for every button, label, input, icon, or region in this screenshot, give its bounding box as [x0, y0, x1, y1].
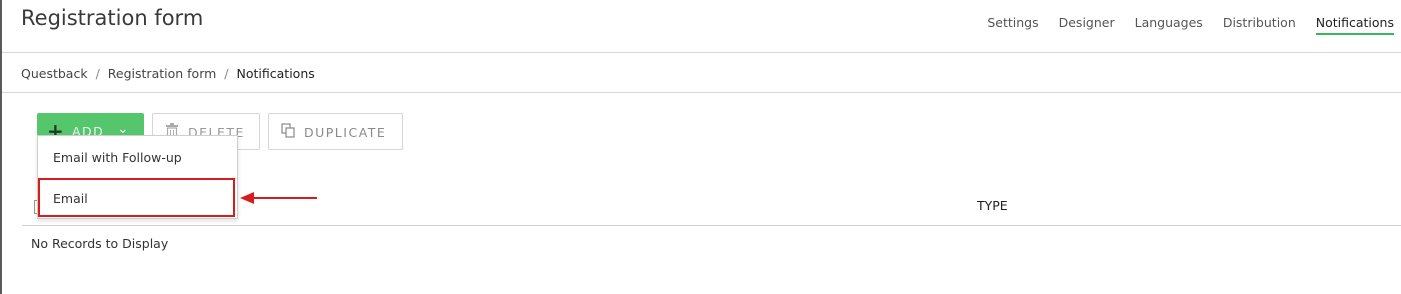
window-left-border [0, 0, 2, 294]
annotation-highlight-box [38, 178, 235, 217]
breadcrumb-questback[interactable]: Questback [21, 66, 88, 81]
empty-state-message: No Records to Display [31, 236, 169, 251]
table-header-divider [22, 225, 1401, 226]
tab-designer[interactable]: Designer [1059, 15, 1115, 35]
top-nav: Settings Designer Languages Distribution… [987, 15, 1394, 35]
tab-languages[interactable]: Languages [1135, 15, 1203, 35]
page-title: Registration form [21, 6, 204, 30]
breadcrumb-notifications: Notifications [236, 66, 315, 81]
copy-icon [281, 123, 295, 138]
tab-notifications[interactable]: Notifications [1315, 15, 1394, 35]
duplicate-button-label: DUPLICATE [304, 125, 387, 140]
arrow-left-icon [240, 192, 317, 204]
tab-distribution[interactable]: Distribution [1223, 15, 1296, 35]
tab-settings[interactable]: Settings [987, 15, 1038, 35]
breadcrumb-registration-form[interactable]: Registration form [108, 66, 217, 81]
breadcrumb-separator: / [224, 66, 229, 81]
breadcrumb: Questback / Registration form / Notifica… [21, 66, 315, 81]
header-divider [2, 52, 1401, 53]
column-header-type[interactable]: TYPE [977, 198, 1008, 213]
duplicate-button[interactable]: DUPLICATE [268, 113, 403, 150]
breadcrumb-separator: / [95, 66, 100, 81]
breadcrumb-divider [2, 92, 1401, 93]
menu-item-email-with-follow-up[interactable]: Email with Follow-up [53, 150, 182, 165]
